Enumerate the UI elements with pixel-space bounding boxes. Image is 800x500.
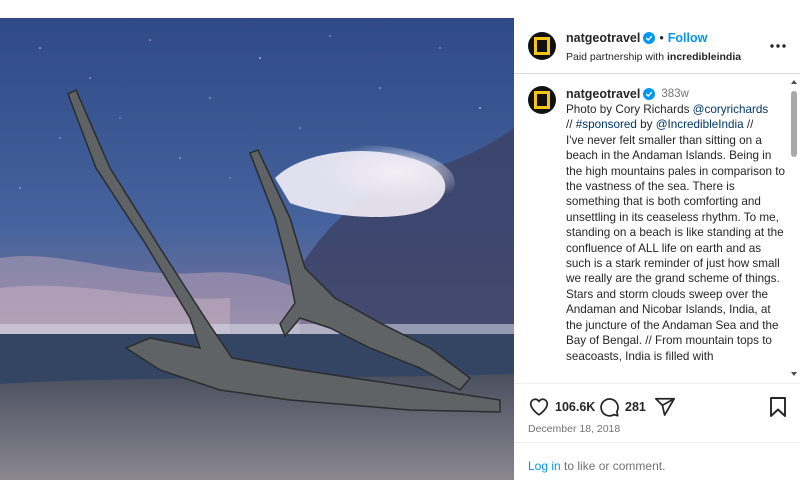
caption-text-part: //: [566, 118, 573, 132]
save-button[interactable]: [768, 396, 788, 418]
partnership-prefix: Paid partnership with: [566, 51, 665, 63]
verified-badge-icon: [643, 32, 656, 44]
verified-badge-icon: [643, 88, 656, 100]
header-username[interactable]: natgeotravel: [566, 31, 640, 45]
more-options-icon[interactable]: [768, 36, 788, 56]
like-button[interactable]: 106.6K: [528, 396, 595, 418]
divider: [514, 442, 800, 443]
divider: [514, 383, 800, 384]
action-bar: 106.6K 281: [514, 394, 800, 422]
follow-button[interactable]: Follow: [668, 31, 708, 45]
login-link[interactable]: Log in: [528, 459, 561, 473]
caption-text-part: by: [636, 118, 656, 132]
mention-link[interactable]: @coryrichards: [693, 103, 769, 116]
share-button[interactable]: [654, 396, 676, 418]
caption-text-part: Photo by Cory Richards: [566, 103, 693, 116]
comment-button[interactable]: 281: [598, 396, 646, 418]
comments-count: 281: [625, 400, 646, 414]
post-side-panel: natgeotravel • Follow Paid partnership w…: [514, 18, 800, 480]
post-photo[interactable]: [0, 18, 514, 480]
comment-bubble-icon: [600, 398, 619, 417]
post-date[interactable]: December 18, 2018: [528, 423, 620, 435]
scrollbar-thumb[interactable]: [791, 91, 797, 157]
post-header: natgeotravel • Follow Paid partnership w…: [514, 18, 800, 74]
scroll-up-arrow-icon[interactable]: [791, 79, 797, 85]
bookmark-icon: [770, 397, 786, 417]
login-prompt-text: to like or comment.: [560, 459, 666, 473]
caption-text-part: // I've never felt smaller than sitting …: [566, 118, 785, 363]
partner-name-link[interactable]: incredibleindia: [667, 51, 741, 63]
caption-header: natgeotravel 383w: [566, 87, 689, 101]
login-prompt: Log in to like or comment.: [528, 459, 665, 473]
separator-dot: •: [659, 31, 664, 45]
hashtag-link[interactable]: #sponsored: [576, 118, 637, 131]
paper-plane-icon: [654, 397, 676, 416]
heart-icon: [529, 398, 549, 416]
beach-night-photo: [0, 18, 514, 480]
likes-count: 106.6K: [555, 400, 596, 414]
avatar[interactable]: [528, 86, 556, 114]
caption-text: Photo by Cory Richards @coryrichards // …: [566, 102, 788, 364]
caption-timestamp[interactable]: 383w: [661, 88, 689, 100]
avatar[interactable]: [528, 32, 556, 60]
caption-section: natgeotravel 383w Photo by Cory Richards…: [514, 75, 800, 383]
paid-partnership-label: Paid partnership with incredibleindia: [566, 51, 741, 63]
header-user-line: natgeotravel • Follow: [566, 31, 707, 45]
mention-link[interactable]: @IncredibleIndia: [656, 118, 744, 131]
scroll-down-arrow-icon[interactable]: [791, 371, 797, 377]
caption-username[interactable]: natgeotravel: [566, 87, 640, 101]
